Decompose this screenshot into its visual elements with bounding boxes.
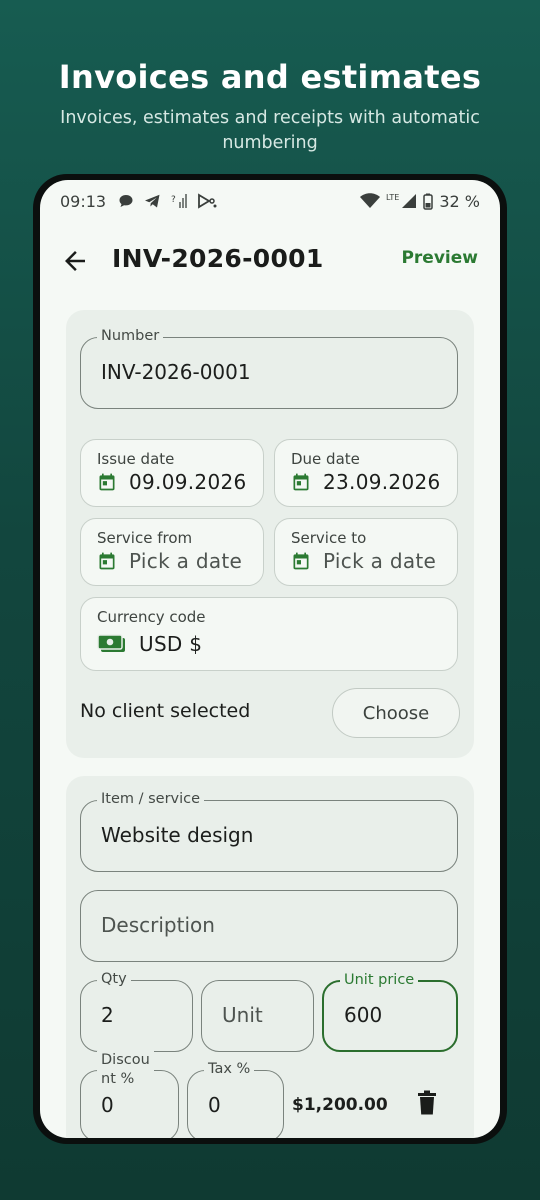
- promo-subtitle: Invoices, estimates and receipts with au…: [60, 108, 480, 153]
- discount-label-line-2: nt %: [101, 1071, 135, 1087]
- status-time: 09:13: [60, 191, 107, 211]
- qty-field[interactable]: Qty 2: [80, 971, 193, 1052]
- app-bar: INV-2026-0001 Preview: [40, 238, 500, 284]
- phone-frame: 09:13 ? LTE 32 % INV-2026-0001 Preview N…: [33, 174, 507, 1144]
- calendar-icon: [293, 473, 309, 491]
- telegram-icon: [145, 194, 160, 208]
- item-service-field[interactable]: Item / service Website design: [80, 791, 458, 872]
- due-date-field[interactable]: Due date 23.09.2026: [274, 439, 458, 507]
- service-to-label: Service to: [291, 529, 367, 547]
- service-from-label: Service from: [97, 529, 193, 547]
- issue-date-value: 09.09.2026: [129, 470, 247, 494]
- currency-field[interactable]: Currency code USD $: [80, 597, 458, 671]
- discount-label-line-1: Discou: [101, 1052, 150, 1068]
- issue-date-field[interactable]: Issue date 09.09.2026: [80, 439, 264, 507]
- cast-icon: [198, 193, 217, 209]
- invoice-details-card: Number INV-2026-0001 Issue date 09.09.20…: [66, 310, 474, 758]
- due-date-value: 23.09.2026: [323, 470, 441, 494]
- service-from-value: Pick a date: [129, 549, 243, 573]
- tax-label: Tax %: [204, 1061, 255, 1077]
- money-icon: [97, 634, 125, 652]
- number-label: Number: [97, 328, 164, 344]
- service-from-field[interactable]: Service from Pick a date: [80, 518, 264, 586]
- network-type: LTE: [386, 192, 400, 202]
- preview-button[interactable]: Preview: [401, 248, 478, 268]
- choose-client-button[interactable]: Choose: [332, 688, 460, 738]
- line-total: $1,200.00: [292, 1095, 388, 1115]
- currency-label: Currency code: [97, 608, 206, 626]
- app-screen: 09:13 ? LTE 32 % INV-2026-0001 Preview N…: [40, 180, 500, 1138]
- signal-icon: [402, 194, 417, 208]
- unit-field[interactable]: Unit: [201, 980, 314, 1052]
- tax-value: 0: [208, 1093, 221, 1117]
- qty-value: 2: [101, 1003, 114, 1027]
- unit-placeholder: Unit: [222, 1003, 263, 1027]
- promo-title: Invoices and estimates: [58, 58, 482, 96]
- client-status: No client selected: [80, 700, 251, 722]
- wifi-icon: [360, 193, 381, 208]
- issue-date-label: Issue date: [97, 450, 175, 468]
- qty-label: Qty: [97, 971, 131, 987]
- back-arrow-icon[interactable]: [60, 246, 90, 276]
- tax-field[interactable]: Tax % 0: [187, 1061, 284, 1138]
- discount-field[interactable]: Discou nt % 0: [80, 1051, 179, 1138]
- service-to-field[interactable]: Service to Pick a date: [274, 518, 458, 586]
- discount-label: Discou nt %: [97, 1051, 154, 1089]
- signal-unknown-icon: ?: [171, 194, 188, 208]
- calendar-icon: [99, 473, 115, 491]
- status-bar: 09:13 ? LTE 32 %: [40, 180, 500, 222]
- item-service-label: Item / service: [97, 791, 205, 807]
- description-placeholder: Description: [101, 913, 215, 937]
- calendar-icon: [293, 552, 309, 570]
- due-date-label: Due date: [291, 450, 360, 468]
- chat-icon: [119, 195, 133, 207]
- unit-price-value: 600: [344, 1003, 383, 1027]
- calendar-icon: [99, 552, 115, 570]
- currency-value: USD $: [139, 632, 203, 656]
- service-to-value: Pick a date: [323, 549, 437, 573]
- discount-value: 0: [101, 1093, 114, 1117]
- unit-price-label: Unit price: [340, 972, 419, 988]
- number-value: INV-2026-0001: [101, 360, 251, 384]
- battery-percent: 32 %: [439, 191, 480, 211]
- trash-icon[interactable]: [416, 1090, 438, 1116]
- battery-icon: [423, 193, 434, 210]
- description-field[interactable]: Description: [80, 890, 458, 962]
- unit-price-field[interactable]: Unit price 600: [322, 972, 458, 1052]
- number-field[interactable]: Number INV-2026-0001: [80, 328, 458, 409]
- line-item-card: Item / service Website design Descriptio…: [66, 776, 474, 1138]
- page-title: INV-2026-0001: [112, 244, 324, 273]
- svg-text:?: ?: [171, 195, 176, 205]
- item-service-value: Website design: [101, 823, 254, 847]
